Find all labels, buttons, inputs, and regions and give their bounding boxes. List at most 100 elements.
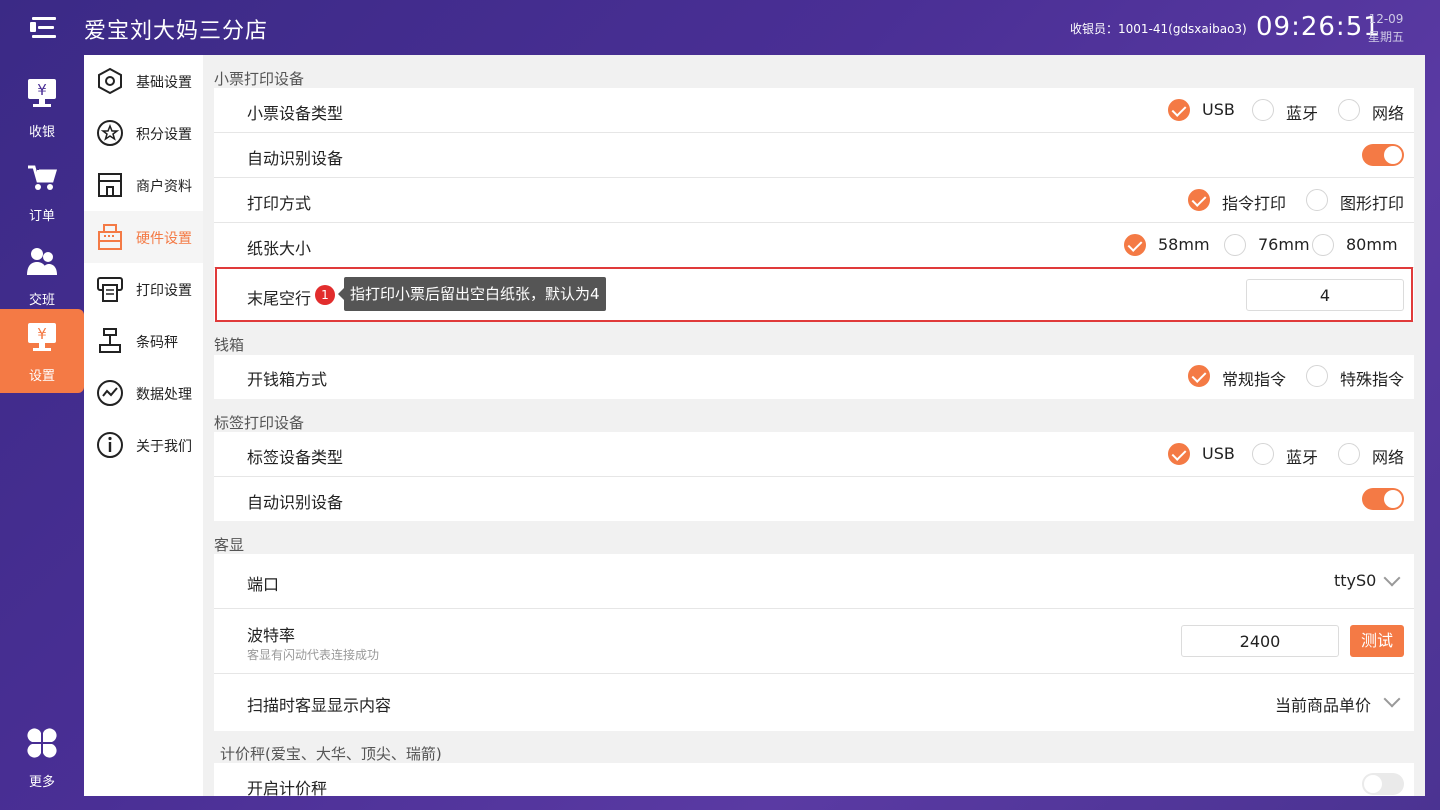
- store-name: 爱宝刘大妈三分店: [84, 19, 269, 44]
- chart-circle-icon: [97, 380, 123, 406]
- radio-print-command[interactable]: 指令打印: [1188, 189, 1288, 213]
- radio-unchecked-icon: [1312, 234, 1334, 256]
- row-label: 自动识别设备: [247, 149, 344, 168]
- row-label: 小票设备类型: [247, 104, 344, 123]
- nav-item-more[interactable]: 更多: [0, 715, 84, 799]
- submenu-about[interactable]: 关于我们: [84, 419, 203, 471]
- submenu-merchant[interactable]: 商户资料: [84, 159, 203, 211]
- option-label: USB: [1202, 444, 1235, 463]
- radio-receipt-network[interactable]: 网络: [1338, 99, 1404, 123]
- radio-unchecked-icon: [1306, 189, 1328, 211]
- baud-rate-input[interactable]: [1181, 625, 1339, 657]
- radio-label-usb[interactable]: USB: [1168, 443, 1235, 467]
- row-label-device-type: 标签设备类型 USB 蓝牙 网络: [214, 432, 1414, 477]
- row-scan-display-content[interactable]: 扫描时客显显示内容 当前商品单价: [214, 674, 1414, 731]
- radio-paper-80[interactable]: 80mm: [1312, 234, 1404, 258]
- date: 12-09: [1368, 12, 1404, 26]
- submenu-data[interactable]: 数据处理: [84, 367, 203, 419]
- port-select-value: ttyS0: [1334, 571, 1377, 590]
- submenu-label: 商户资料: [136, 179, 192, 195]
- toggle-receipt-auto-detect[interactable]: [1362, 144, 1404, 166]
- toggle-label-auto-detect[interactable]: [1362, 488, 1404, 510]
- nav-item-orders[interactable]: 订单: [0, 149, 84, 233]
- submenu-basic[interactable]: 基础设置: [84, 55, 203, 107]
- row-label: 端口: [247, 575, 280, 594]
- submenu-label: 数据处理: [136, 387, 192, 403]
- radio-checked-icon: [1168, 99, 1190, 121]
- trailing-lines-input[interactable]: [1246, 279, 1404, 311]
- svg-text:¥: ¥: [37, 325, 47, 343]
- clock: 09:26:51: [1256, 12, 1381, 42]
- option-label: 80mm: [1346, 235, 1398, 254]
- radio-paper-76[interactable]: 76mm: [1224, 234, 1310, 258]
- radio-checked-icon: [1188, 189, 1210, 211]
- tooltip-trailing-lines: 指打印小票后留出空白纸张，默认为4: [338, 277, 606, 311]
- nav-item-cashier[interactable]: ¥ 收银: [0, 65, 84, 149]
- radio-unchecked-icon: [1252, 443, 1274, 465]
- store-icon: [98, 173, 122, 197]
- radio-unchecked-icon: [1338, 443, 1360, 465]
- menu-collapse-icon[interactable]: [28, 14, 56, 42]
- option-label: USB: [1202, 100, 1235, 119]
- row-price-scale-enable: 开启计价秤: [214, 763, 1414, 796]
- more-grid-icon: [27, 728, 57, 758]
- nav-label: 收银: [28, 125, 55, 140]
- option-label: 蓝牙: [1286, 448, 1319, 467]
- test-button[interactable]: 测试: [1350, 625, 1404, 657]
- radio-unchecked-icon: [1224, 234, 1246, 256]
- option-label: 58mm: [1158, 235, 1210, 254]
- order-cart-icon: [28, 165, 58, 190]
- radio-label-network[interactable]: 网络: [1338, 443, 1404, 467]
- submenu-barcode-scale[interactable]: 条码秤: [84, 315, 203, 367]
- option-label: 指令打印: [1222, 194, 1287, 213]
- submenu-points[interactable]: 积分设置: [84, 107, 203, 159]
- row-label: 纸张大小: [247, 239, 312, 258]
- option-label: 常规指令: [1222, 370, 1287, 389]
- submenu-label: 条码秤: [136, 335, 178, 351]
- shift-handover-icon: [27, 248, 57, 275]
- baud-hint: 客显有闪动代表连接成功: [247, 648, 380, 662]
- nav-label: 交班: [28, 293, 55, 308]
- nav-label: 设置: [28, 369, 55, 384]
- section-title-label-printer: 标签打印设备: [214, 414, 305, 432]
- radio-receipt-bluetooth[interactable]: 蓝牙: [1252, 99, 1318, 123]
- hardware-settings-panel: 小票打印设备 小票设备类型 USB 蓝牙 网络 自动识别设备 打印方式 指令打印…: [203, 55, 1425, 796]
- toggle-price-scale[interactable]: [1362, 773, 1404, 795]
- nav-item-shift[interactable]: 交班: [0, 233, 84, 317]
- hexagon-icon: [98, 67, 122, 95]
- option-label: 特殊指令: [1340, 370, 1405, 389]
- nav-item-settings[interactable]: ¥ 设置: [0, 309, 84, 393]
- top-bar: 爱宝刘大妈三分店 收银员：1001-41(gdsxaibao3) 09:26:5…: [0, 0, 1440, 55]
- radio-drawer-special[interactable]: 特殊指令: [1306, 365, 1406, 389]
- submenu-label: 关于我们: [136, 439, 192, 455]
- row-display-port[interactable]: 端口 ttyS0: [214, 554, 1414, 609]
- row-paper-size: 纸张大小 58mm 76mm 80mm: [214, 223, 1414, 268]
- submenu-label: 硬件设置: [136, 231, 192, 247]
- weekday: 星期五: [1368, 30, 1405, 44]
- customer-display-card: 端口 ttyS0 波特率 客显有闪动代表连接成功 测试 扫描时客显显示内容 当前…: [214, 554, 1414, 731]
- chevron-down-icon: [1383, 690, 1401, 708]
- row-label: 自动识别设备: [247, 493, 344, 512]
- row-receipt-device-type: 小票设备类型 USB 蓝牙 网络: [214, 88, 1414, 133]
- radio-label-bluetooth[interactable]: 蓝牙: [1252, 443, 1318, 467]
- row-label: 打印方式: [247, 194, 312, 213]
- submenu-hardware[interactable]: 硬件设置: [84, 211, 203, 263]
- chevron-down-icon: [1383, 569, 1401, 587]
- radio-drawer-normal[interactable]: 常规指令: [1188, 365, 1288, 389]
- radio-checked-icon: [1168, 443, 1190, 465]
- submenu-print[interactable]: 打印设置: [84, 263, 203, 315]
- radio-receipt-usb[interactable]: USB: [1168, 99, 1235, 123]
- row-drawer-open-mode: 开钱箱方式 常规指令 特殊指令: [214, 355, 1414, 399]
- nav-label: 更多: [28, 775, 55, 790]
- hint-badge[interactable]: 1: [315, 285, 335, 305]
- radio-print-graphic[interactable]: 图形打印: [1306, 189, 1406, 213]
- submenu-label: 基础设置: [136, 75, 192, 91]
- cash-drawer-card: 开钱箱方式 常规指令 特殊指令: [214, 355, 1414, 399]
- label-printer-card: 标签设备类型 USB 蓝牙 网络 自动识别设备: [214, 432, 1414, 521]
- radio-unchecked-icon: [1252, 99, 1274, 121]
- radio-paper-58[interactable]: 58mm: [1124, 234, 1210, 258]
- radio-checked-icon: [1188, 365, 1210, 387]
- cashier-info: 收银员：1001-41(gdsxaibao3): [1070, 22, 1247, 36]
- row-baud-rate: 波特率 客显有闪动代表连接成功 测试: [214, 609, 1414, 674]
- section-title-price-scale: 计价秤(爱宝、大华、顶尖、瑞箭): [220, 745, 442, 763]
